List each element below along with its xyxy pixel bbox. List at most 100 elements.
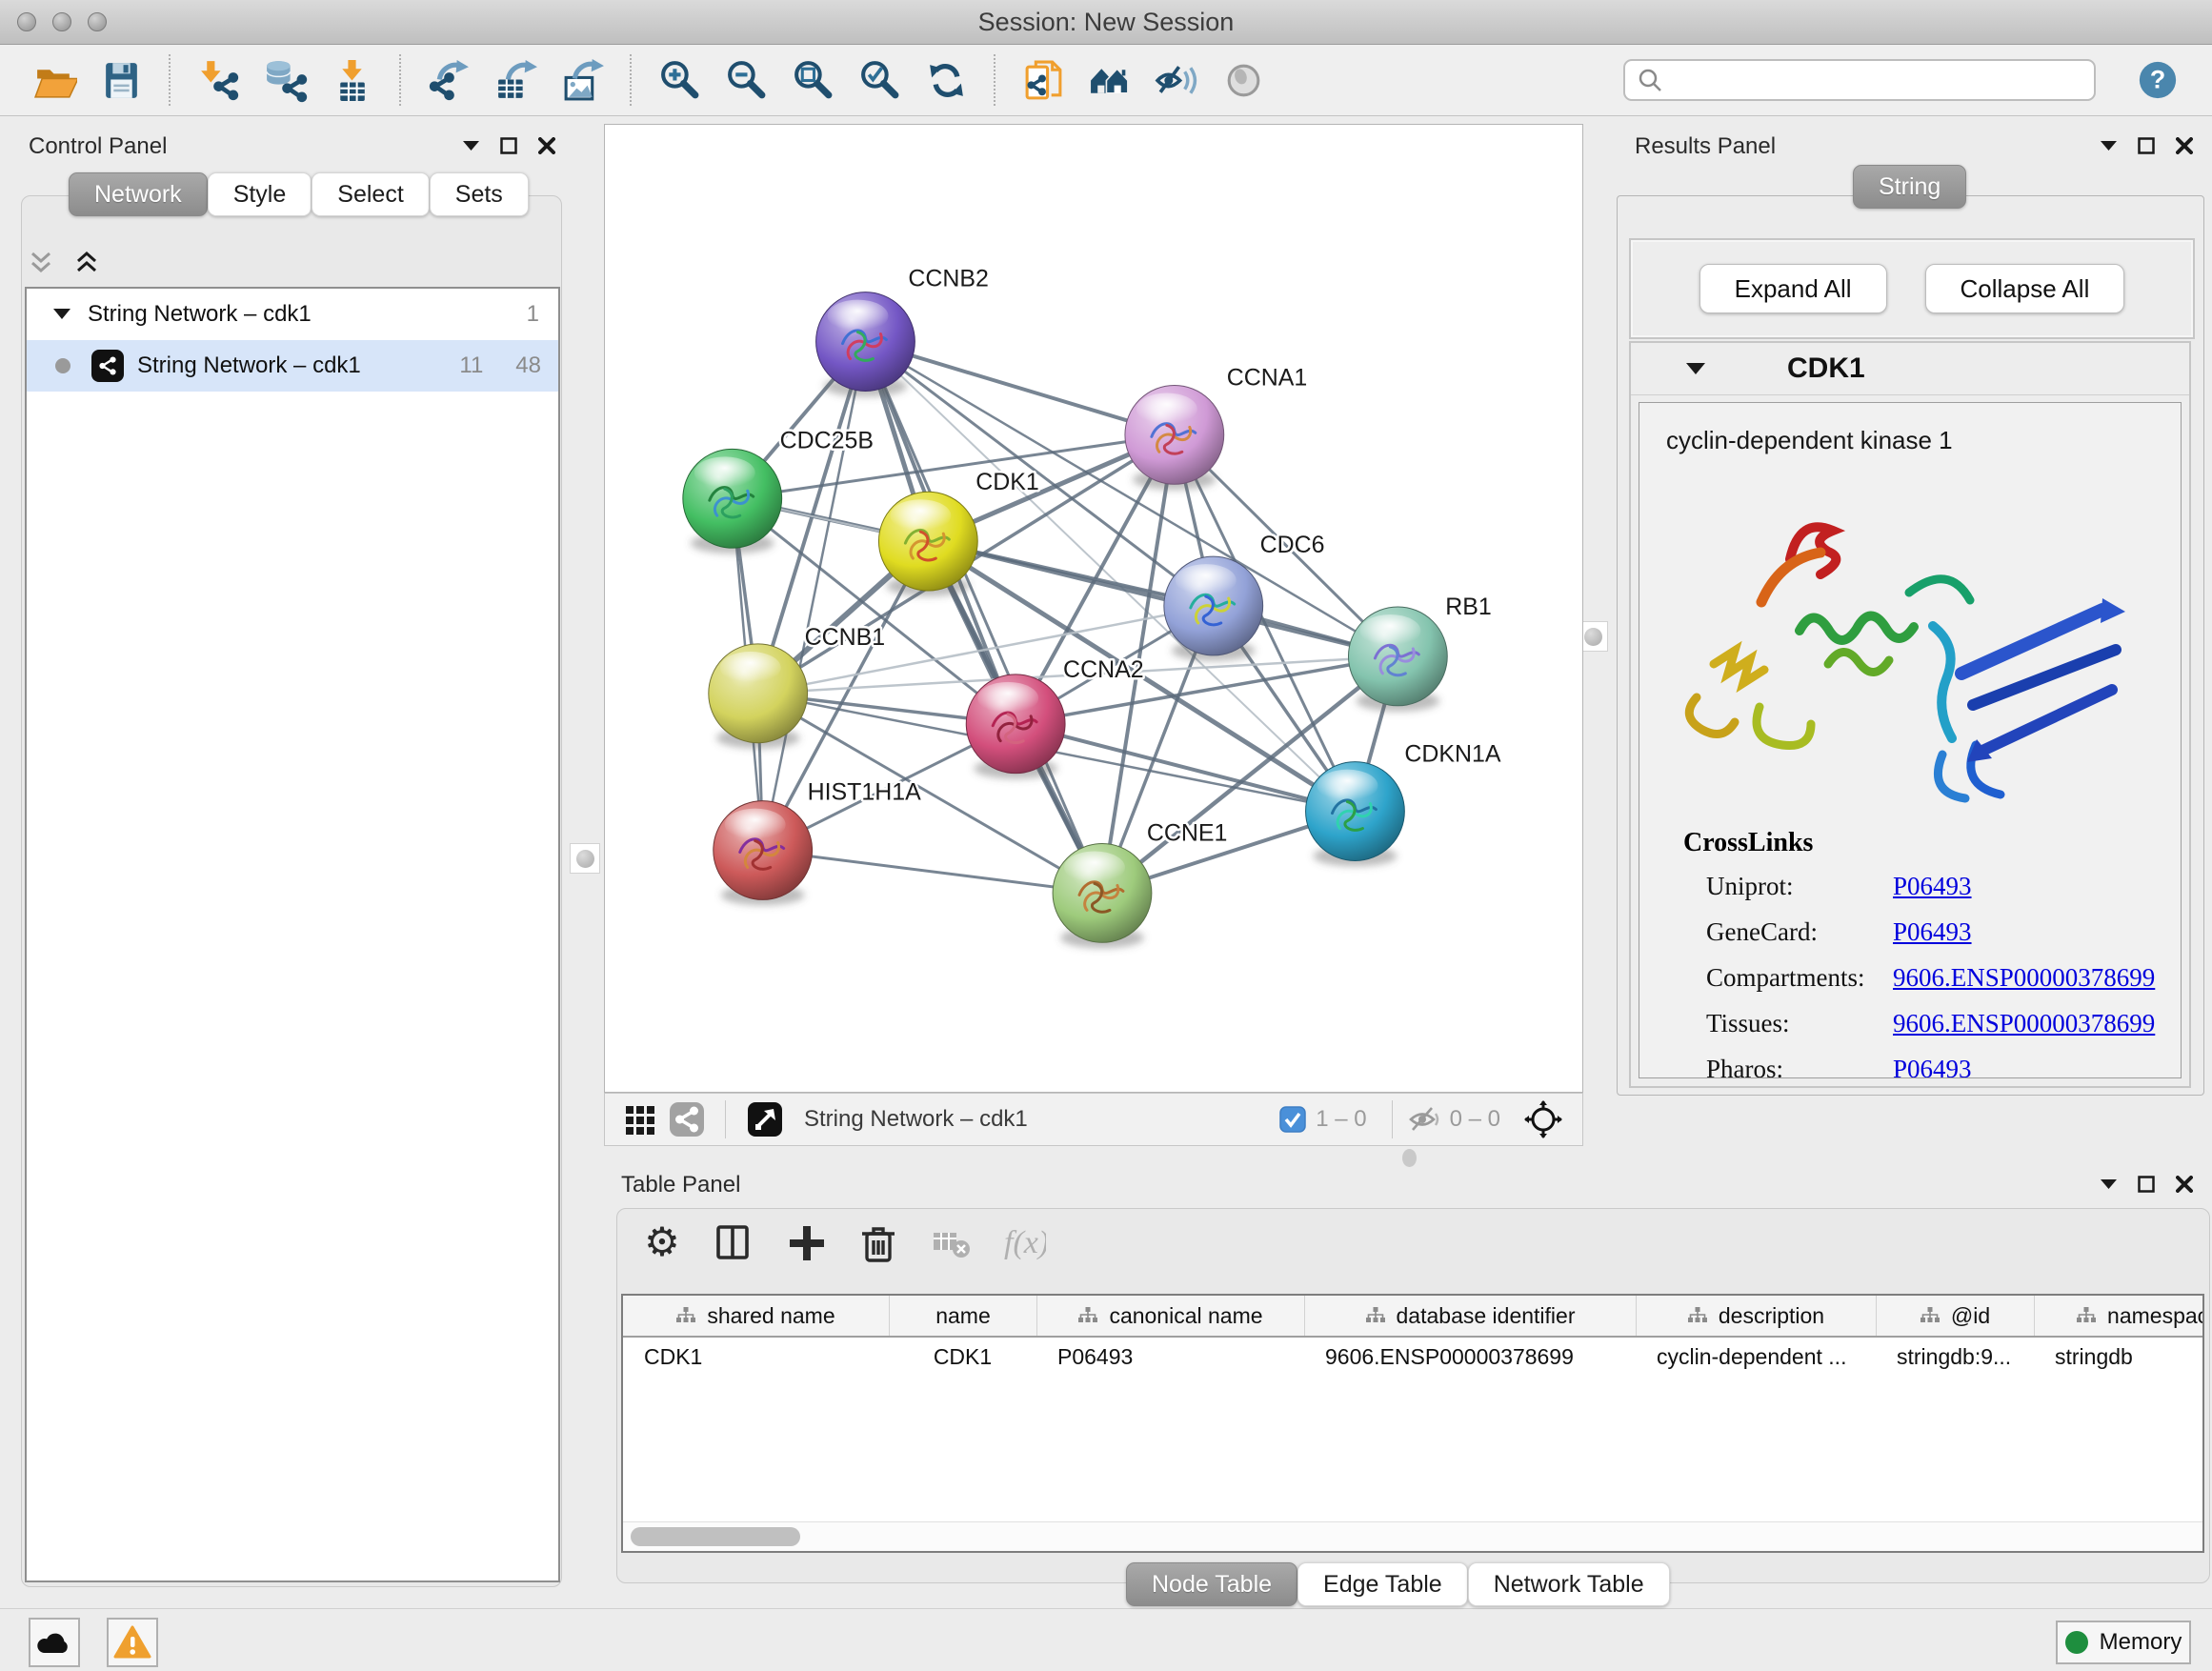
node-CCNB2[interactable] [816,292,915,397]
refresh-button[interactable] [922,55,970,105]
home-view-icon [1088,58,1133,103]
help-button[interactable]: ? [2134,55,2182,105]
node-HIST1H1A[interactable] [714,801,813,906]
zoom-in-button[interactable] [655,55,703,105]
export-network-button[interactable] [425,55,473,105]
cloud-button[interactable] [29,1618,80,1667]
clone-network-button[interactable] [1019,55,1067,105]
zoom-selected-button[interactable] [855,55,903,105]
table-horizontal-scrollbar[interactable] [623,1521,2202,1551]
node-CCNA2[interactable] [966,674,1065,779]
tab-node-table[interactable]: Node Table [1126,1562,1297,1606]
memory-status-dot [2065,1631,2088,1654]
table-row[interactable]: CDK1CDK1P064939606.ENSP00000378699cyclin… [623,1338,2202,1376]
bottom-splitter-handle[interactable] [1402,1149,1417,1167]
edge-CDK1-RB1[interactable] [928,541,1398,656]
node-label-CDKN1A: CDKN1A [1404,741,1501,768]
birdseye-view-button[interactable] [747,1101,783,1137]
home-view-button[interactable] [1086,55,1134,105]
add-button[interactable] [785,1221,829,1265]
float-panel-icon[interactable] [2138,137,2155,154]
memory-button[interactable]: Memory [2056,1621,2191,1664]
float-panel-icon[interactable] [500,137,517,154]
fit-selected-button[interactable] [1523,1099,1563,1139]
tab-edge-table[interactable]: Edge Table [1297,1562,1468,1606]
crosslink-value[interactable]: 9606.ENSP00000378699 [1893,963,2155,993]
search-field[interactable] [1673,66,2082,94]
column-header-name[interactable]: name [889,1296,1036,1336]
float-panel-icon[interactable] [2138,1176,2155,1193]
left-splitter-handle[interactable] [570,843,600,874]
column-header-database-identifier[interactable]: database identifier [1304,1296,1636,1336]
close-panel-icon[interactable] [2176,1176,2193,1193]
search-input[interactable] [1623,59,2096,101]
network-row[interactable]: String Network – cdk1 11 48 [27,340,558,392]
crosslink-value[interactable]: P06493 [1893,1055,1972,1078]
selected-checkbox-icon[interactable] [1279,1106,1306,1133]
hide-unhide-button[interactable] [1153,55,1200,105]
scrollbar-thumb[interactable] [631,1527,800,1546]
node-CDK1[interactable] [878,492,977,596]
collapse-all-icon[interactable] [29,251,53,275]
node-CDKN1A[interactable] [1306,762,1405,867]
node-CCNB1[interactable] [709,644,808,749]
gene-section-header[interactable]: CDK1 [1631,343,2189,395]
crosslink-value[interactable]: 9606.ENSP00000378699 [1893,1009,2155,1038]
export-image-button[interactable] [558,55,606,105]
gear-button[interactable]: ⚙ [640,1221,684,1265]
panel-menu-icon[interactable] [2101,141,2117,151]
trash-button[interactable] [857,1221,901,1265]
results-panel-title: Results Panel [1635,133,1776,160]
toggle-display-button[interactable] [1219,55,1267,105]
tab-network-table[interactable]: Network Table [1468,1562,1670,1606]
export-table-button[interactable] [492,55,539,105]
columns-button[interactable] [713,1221,756,1265]
grid-view-button[interactable] [624,1102,658,1137]
network-collection-row[interactable]: String Network – cdk1 1 [27,289,558,340]
tab-style[interactable]: Style [208,172,312,216]
column-header-id[interactable]: @id [1876,1296,2034,1336]
zoom-fit-button[interactable] [789,55,836,105]
close-panel-icon[interactable] [2176,137,2193,154]
edge-CCNB2-CCNE1[interactable] [865,342,1102,894]
expand-all-button[interactable]: Expand All [1699,264,1887,313]
section-caret-icon[interactable] [1686,363,1705,375]
expand-all-icon[interactable] [74,251,99,275]
window-title: Session: New Session [0,8,2212,37]
node-CCNA1[interactable] [1125,385,1224,490]
node-CDC25B[interactable] [683,449,782,554]
tab-select[interactable]: Select [312,172,429,216]
collapse-all-button[interactable]: Collapse All [1925,264,2125,313]
column-header-canonical-name[interactable]: canonical name [1036,1296,1304,1336]
close-panel-icon[interactable] [538,137,555,154]
import-network-button[interactable] [194,55,242,105]
tab-sets[interactable]: Sets [430,172,529,216]
zoom-out-button[interactable] [722,55,770,105]
node-RB1[interactable] [1348,607,1447,712]
node-CCNE1[interactable] [1053,844,1152,949]
tree-caret-icon[interactable] [53,309,70,320]
warning-button[interactable] [107,1618,158,1667]
edge-HIST1H1A-CCNE1[interactable] [763,850,1102,893]
table-cell: CDK1 [889,1344,1036,1370]
open-folder-button[interactable] [30,55,78,105]
node-CDC6[interactable] [1164,556,1263,661]
tab-string[interactable]: String [1853,165,1966,209]
save-button[interactable] [97,55,145,105]
network-canvas[interactable]: CCNB2CCNA1CDC25BCDK1CDC6RB1CCNB1CCNA2CDK… [604,124,1583,1093]
panel-menu-icon[interactable] [2101,1179,2117,1190]
column-header-shared-name[interactable]: shared name [623,1296,889,1336]
hidden-eye-icon[interactable] [1408,1105,1440,1134]
crosslink-value[interactable]: P06493 [1893,872,1972,901]
column-header-description[interactable]: description [1636,1296,1876,1336]
import-database-button[interactable] [261,55,309,105]
toolbar-separator [399,54,401,106]
import-table-button[interactable] [328,55,375,105]
string-view-button[interactable] [670,1102,704,1137]
edge-CCNB2-HIST1H1A[interactable] [763,342,866,851]
column-header-namespace[interactable]: namespace [2034,1296,2204,1336]
panel-menu-icon[interactable] [463,141,479,151]
crosslink-value[interactable]: P06493 [1893,917,1972,947]
zoom-fit-icon [791,58,835,103]
tab-network[interactable]: Network [69,172,208,216]
